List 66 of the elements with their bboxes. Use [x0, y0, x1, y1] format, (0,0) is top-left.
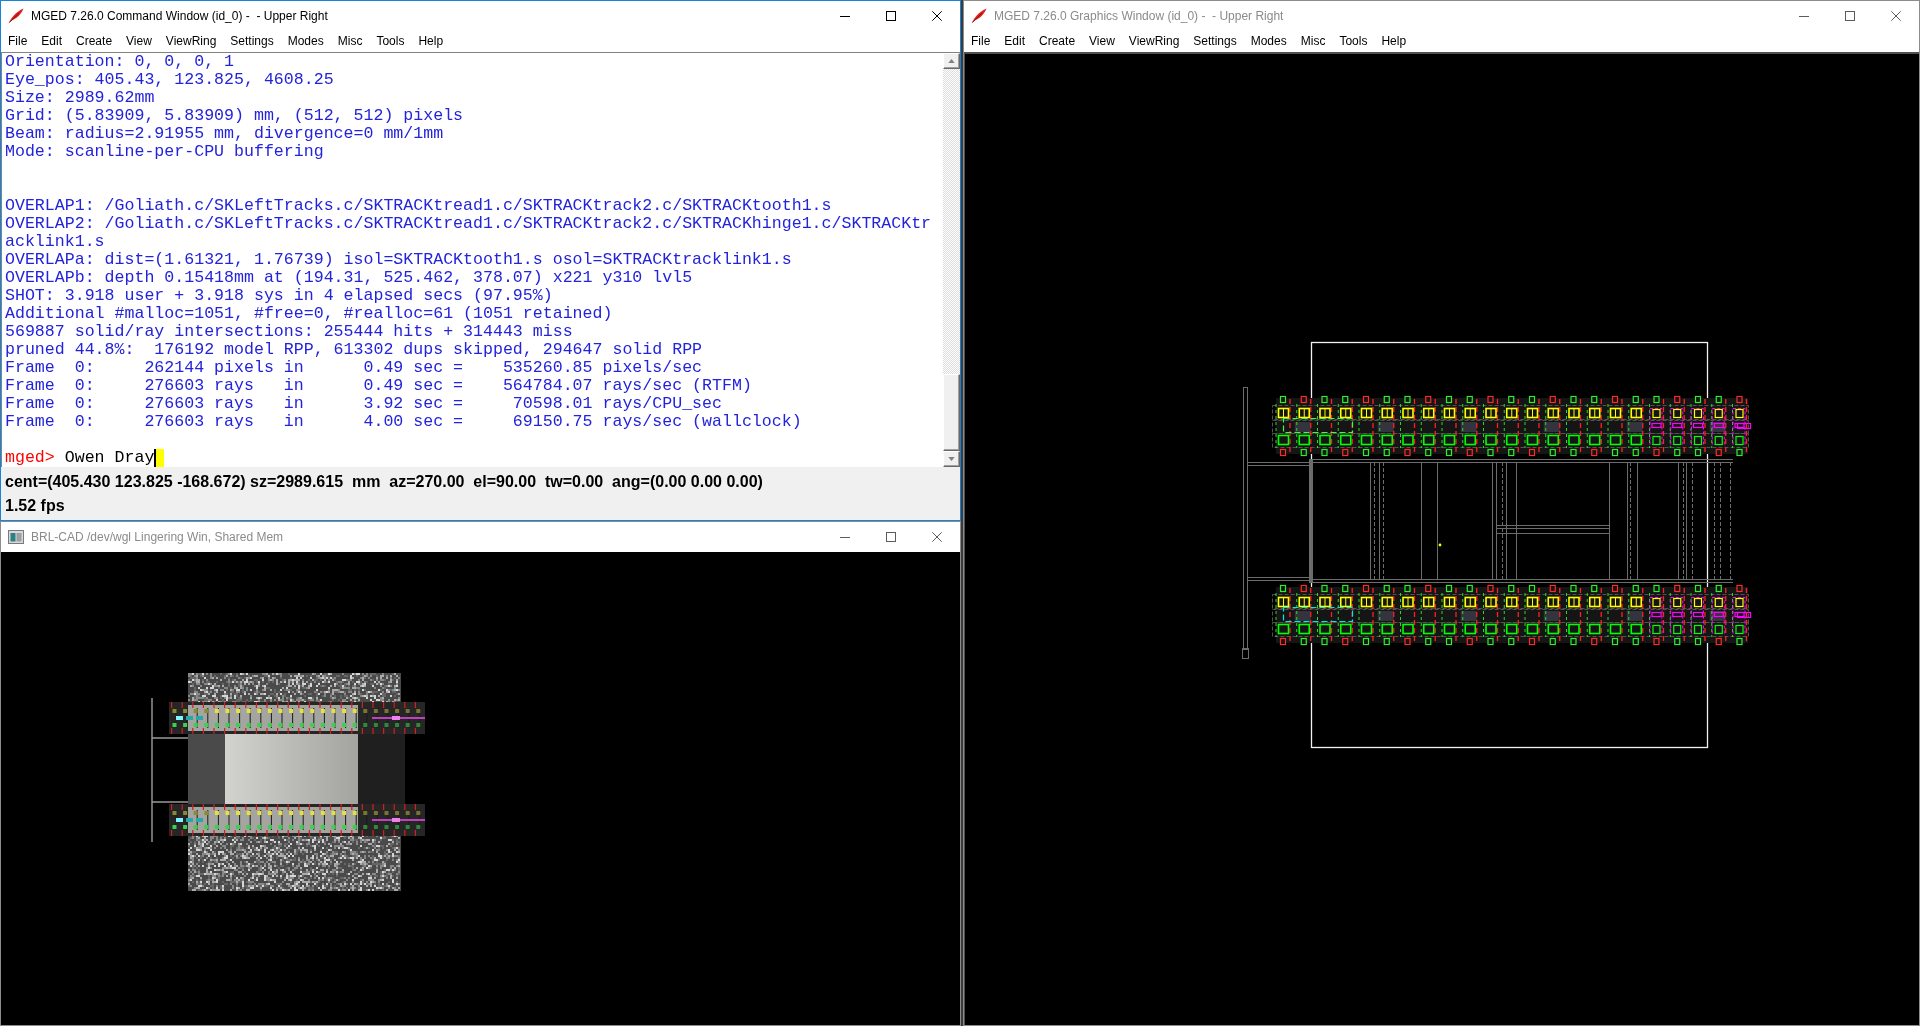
minimize-icon [840, 15, 850, 17]
window-title: MGED 7.26.0 Command Window (id_0) - - Upper Right [31, 8, 328, 24]
menu-item[interactable]: Tools [369, 31, 412, 52]
scrollbar-track[interactable] [943, 52, 960, 467]
console-line: Frame 0: 276603 rays in 0.49 sec = 564784.07 rays/sec (RTFM) [5, 377, 753, 395]
console-line: Additional #malloc=1051, #free=0, #realloc=61 (1051 retained) [5, 305, 614, 323]
feather-icon [8, 8, 24, 24]
console-line: OVERLAP2: /Goliath.c/SKLeftTracks.c/SKTRACKtread1.c/SKTRACKtrack2.c/SKTRACKhinge1.c/SKTRACKtracklink1.s [5, 215, 933, 251]
menu-item[interactable]: ViewRing [1121, 31, 1187, 52]
view-status-text: cent=(405.430 123.825 -168.672) sz=2989.615 mm az=270.00 el=90.00 tw=0.00 ang=(0.00 0.00 0.00) [5, 472, 763, 492]
console-line: OVERLAPb: depth 0.15418mm at (194.31, 525.462, 378.07) x221 y310 lvl5 [5, 269, 694, 287]
close-icon [932, 532, 942, 542]
console-line: Eye_pos: 405.43, 123.825, 4608.25 [5, 71, 335, 89]
console-line: Frame 0: 276603 rays in 3.92 sec = 70598.01 rays/CPU_sec [5, 395, 723, 413]
command-input[interactable]: Owen Dray [64, 449, 155, 467]
console-line: Grid: (5.83909, 5.83909) mm, (512, 512) pixels [5, 107, 465, 125]
dot-icon [1438, 543, 1442, 547]
maximize-icon [886, 532, 896, 542]
console-line: pruned 44.8%: 176192 model RPP, 613302 dups skipped, 294647 solid RPP [5, 341, 704, 359]
scroll-up-button[interactable] [943, 53, 960, 69]
menu-item[interactable]: Settings [1186, 31, 1244, 52]
window-title: MGED 7.26.0 Graphics Window (id_0) - - Upper Right [994, 8, 1284, 24]
feather-icon [971, 8, 987, 24]
menu-item[interactable]: Help [1374, 31, 1414, 52]
menu-item[interactable]: Help [411, 31, 451, 52]
window-title: BRL-CAD /dev/wgl Lingering Win, Shared Mem [31, 529, 284, 545]
menu-item[interactable]: Misc [1293, 31, 1333, 52]
menu-item[interactable]: Create [1032, 31, 1083, 52]
console-line: Beam: radius=2.91955 mm, divergence=0 mm/1mm [5, 125, 445, 143]
console-line: OVERLAP1: /Goliath.c/SKLeftTracks.c/SKTRACKtread1.c/SKTRACKtrack2.c/SKTRACKtooth1.s [5, 197, 833, 215]
menu-item[interactable]: ViewRing [158, 31, 224, 52]
text-cursor-icon [154, 449, 165, 467]
menu-item[interactable]: Tools [1332, 31, 1375, 52]
maximize-icon [1845, 11, 1855, 21]
menu-item[interactable]: File [1, 31, 35, 52]
menu-item[interactable]: File [964, 31, 998, 52]
menu-item[interactable]: Create [69, 31, 120, 52]
window-icon [8, 530, 24, 544]
console-line: OVERLAPa: dist=(1.61321, 1.76739) isol=SKTRACKtooth1.s osol=SKTRACKtracklink1.s [5, 251, 793, 269]
minimize-icon [840, 536, 850, 538]
fps-text: 1.52 fps [5, 496, 65, 516]
menu-item[interactable]: Edit [34, 31, 70, 52]
prompt-label: mged> [5, 449, 55, 467]
console-line: Frame 0: 276603 rays in 4.00 sec = 69150.75 rays/sec (wallclock) [5, 413, 803, 431]
console-line: Size: 2989.62mm [5, 89, 156, 107]
console-line: SHOT: 3.918 user + 3.918 sys in 4 elapsed secs (97.95%) [5, 287, 554, 305]
scroll-down-icon [948, 457, 955, 461]
minimize-icon [1799, 15, 1809, 17]
console-line: Frame 0: 262144 pixels in 0.49 sec = 535260.85 pixels/sec [5, 359, 704, 377]
console-line: 569887 solid/ray intersections: 255444 hits + 314443 miss [5, 323, 574, 341]
menu-item[interactable]: Modes [1243, 31, 1294, 52]
menu-item[interactable]: Misc [330, 31, 370, 52]
menu-item[interactable]: View [119, 31, 159, 52]
console-line: Mode: scanline-per-CPU buffering [5, 143, 325, 161]
menu-item[interactable]: Settings [223, 31, 281, 52]
close-icon [1891, 11, 1901, 21]
scroll-up-icon [948, 59, 955, 63]
console-text-area[interactable] [1, 52, 943, 467]
scroll-down-button[interactable] [943, 451, 960, 467]
menu-item[interactable]: Modes [280, 31, 331, 52]
console-line: Orientation: 0, 0, 0, 1 [5, 53, 236, 71]
scroll-thumb[interactable] [943, 374, 960, 451]
close-icon [932, 11, 942, 21]
menu-item[interactable]: Edit [997, 31, 1033, 52]
menu-item[interactable]: View [1082, 31, 1122, 52]
maximize-icon [886, 11, 896, 21]
